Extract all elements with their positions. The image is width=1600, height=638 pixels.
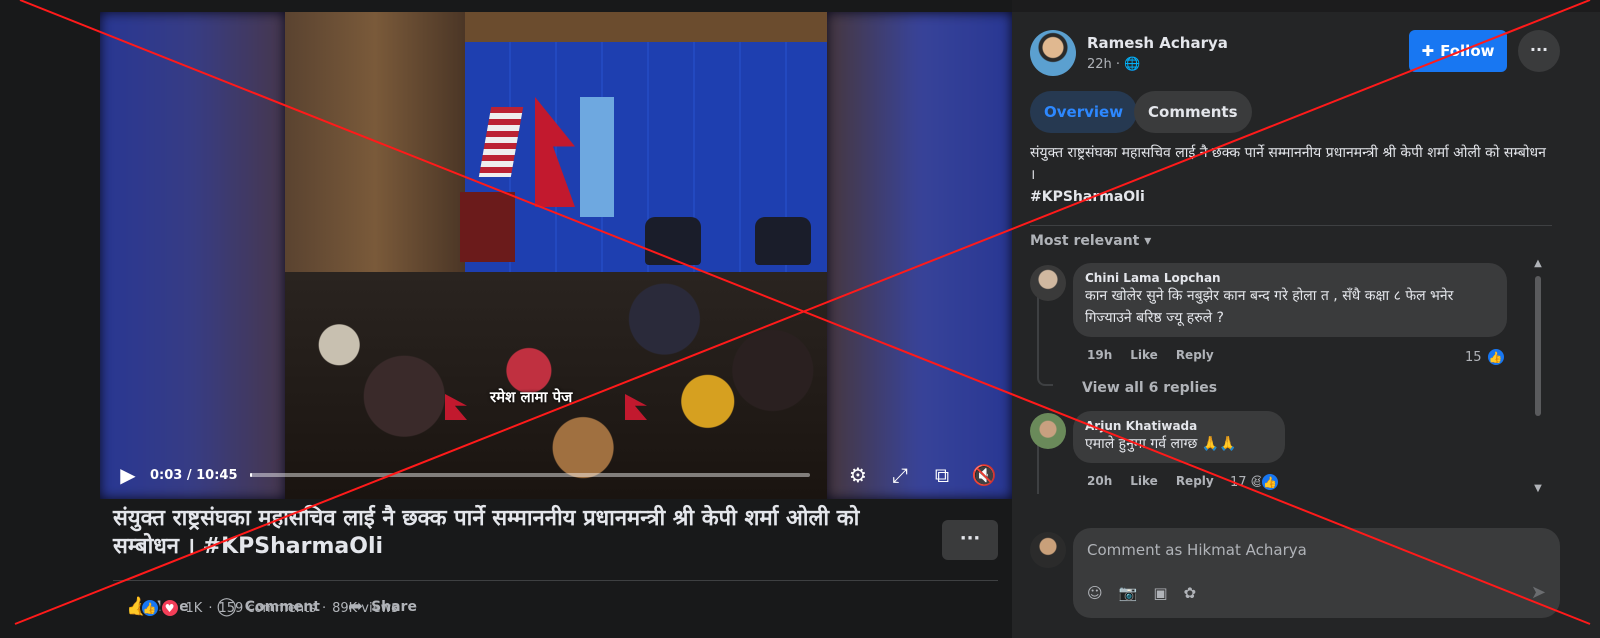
tab-overview[interactable]: Overview (1030, 91, 1138, 133)
comment-text: कान खोलेर सुने कि नबुझेर कान बन्द गरे हो… (1085, 288, 1454, 326)
view-replies-link[interactable]: View all 6 replies (1082, 380, 1217, 396)
comment-meta: 19h Like Reply (1087, 348, 1214, 362)
comment-reaction-count[interactable]: 17 😆 👍 (1230, 472, 1281, 492)
comment-bubble: Chini Lama Lopchan कान खोलेर सुने कि नबु… (1073, 263, 1507, 337)
post-description: संयुक्त राष्ट्रसंघका महासचिव लाई नै छक्क… (1030, 142, 1552, 208)
divider (1030, 225, 1552, 226)
camera-icon[interactable]: 📷 (1119, 584, 1138, 602)
tab-comments[interactable]: Comments (1134, 91, 1252, 133)
comment-time[interactable]: 19h (1087, 348, 1112, 362)
like-reaction-icon: 👍 (1260, 472, 1281, 492)
comment-input[interactable] (1087, 538, 1527, 562)
mute-icon[interactable]: 🔇 (970, 463, 998, 487)
post-time[interactable]: 22h (1087, 57, 1112, 72)
view-count: 89K views (332, 600, 398, 616)
hashtag-link[interactable]: #KPSharmaOli (1030, 189, 1145, 205)
scroll-up-icon[interactable]: ▲ (1532, 258, 1544, 269)
fullscreen-icon[interactable]: ⤢ (886, 463, 914, 487)
video-post-area: रमेश लामा पेज ▶ 0:03 / 10:45 ⚙ ⤢ ⧉ 🔇 संय… (0, 0, 1012, 638)
video-progress-bar[interactable] (249, 473, 810, 477)
video-caption-overlay: रमेश लामा पेज (490, 388, 573, 406)
comment-author[interactable]: Chini Lama Lopchan (1085, 271, 1495, 285)
video-blur-right (827, 12, 1012, 499)
video-blur-left (100, 12, 285, 499)
sort-label: Most relevant (1030, 233, 1140, 249)
comment-reaction-count[interactable]: 15 👍 (1465, 347, 1506, 367)
avatar[interactable] (1030, 265, 1066, 301)
comment-like-button[interactable]: Like (1130, 348, 1158, 362)
sort-dropdown[interactable]: Most relevant ▾ (1030, 233, 1151, 249)
comment-like-button[interactable]: Like (1130, 474, 1158, 488)
divider (113, 580, 998, 581)
add-friend-icon: ✚ (1421, 42, 1435, 60)
post-title: संयुक्त राष्ट्रसंघका महासचिव लाई नै छक्क… (113, 506, 860, 559)
comment-time[interactable]: 20h (1087, 474, 1112, 488)
reaction-count-value: 17 (1230, 474, 1247, 490)
follow-button[interactable]: ✚ Follow (1409, 30, 1507, 72)
more-options-button[interactable]: ··· (1518, 30, 1560, 72)
comment-reply-button[interactable]: Reply (1176, 348, 1214, 362)
separator-dot: · (208, 600, 213, 616)
send-icon[interactable]: ➤ (1531, 582, 1546, 603)
globe-icon: 🌐 (1124, 57, 1141, 72)
like-reaction-icon: 👍 (139, 598, 160, 618)
post-stats: 👍 ♥ 1K · 159 comments · 89K views (139, 598, 398, 618)
comment-composer: ☺ 📷 ▣ ✿ ➤ (1073, 528, 1560, 618)
avatar[interactable] (1030, 413, 1066, 449)
comment-bubble: Arjun Khatiwada एमाले हुनुमा गर्व लाग्छ … (1073, 411, 1285, 463)
sticker-icon[interactable]: ✿ (1184, 584, 1197, 602)
current-user-avatar[interactable] (1030, 532, 1066, 568)
comments-scrollbar[interactable]: ▲ ▼ (1532, 258, 1544, 494)
video-controls: ▶ 0:03 / 10:45 ⚙ ⤢ ⧉ 🔇 (100, 451, 1012, 499)
pip-icon[interactable]: ⧉ (928, 463, 956, 487)
author-avatar[interactable] (1030, 30, 1076, 76)
curtain (465, 12, 827, 42)
follow-label: Follow (1440, 42, 1495, 60)
reaction-count-value: 15 (1465, 349, 1482, 365)
emoji-icon[interactable]: ☺ (1087, 584, 1103, 602)
post-more-button[interactable]: ··· (942, 520, 998, 560)
top-strip (1012, 0, 1600, 12)
comment-count[interactable]: 159 comments (218, 601, 315, 616)
love-reaction-icon: ♥ (159, 598, 180, 618)
play-icon[interactable]: ▶ (114, 463, 142, 487)
gif-icon[interactable]: ▣ (1153, 584, 1167, 602)
video-player[interactable]: रमेश लामा पेज ▶ 0:03 / 10:45 ⚙ ⤢ ⧉ 🔇 (100, 12, 1012, 499)
chevron-down-icon: ▾ (1144, 233, 1152, 249)
author-name[interactable]: Ramesh Acharya (1087, 34, 1228, 52)
separator-dot: · (1115, 57, 1121, 72)
scroll-down-icon[interactable]: ▼ (1532, 483, 1544, 494)
video-progress-fill (249, 473, 253, 477)
gear-icon[interactable]: ⚙ (844, 463, 872, 487)
description-text: संयुक्त राष्ट्रसंघका महासचिव लाई नै छक्क… (1030, 145, 1546, 183)
comment-text: एमाले हुनुमा गर्व लाग्छ 🙏🙏 (1085, 436, 1237, 452)
separator-dot: · (321, 600, 327, 616)
video-time: 0:03 / 10:45 (150, 467, 238, 483)
reaction-count[interactable]: 1K (186, 601, 203, 616)
scrollbar-thumb[interactable] (1535, 276, 1541, 416)
video-frame: रमेश लामा पेज (285, 12, 827, 499)
un-flag (580, 97, 614, 217)
thread-line (1037, 296, 1039, 376)
comment-reply-button[interactable]: Reply (1176, 474, 1214, 488)
comment-meta: 20h Like Reply (1087, 474, 1214, 488)
composer-tools: ☺ 📷 ▣ ✿ (1087, 584, 1196, 602)
post-meta: 22h · 🌐 (1087, 57, 1140, 72)
comment-author[interactable]: Arjun Khatiwada (1085, 419, 1273, 433)
thread-connector (1037, 376, 1053, 386)
like-reaction-icon: 👍 (1485, 347, 1506, 367)
